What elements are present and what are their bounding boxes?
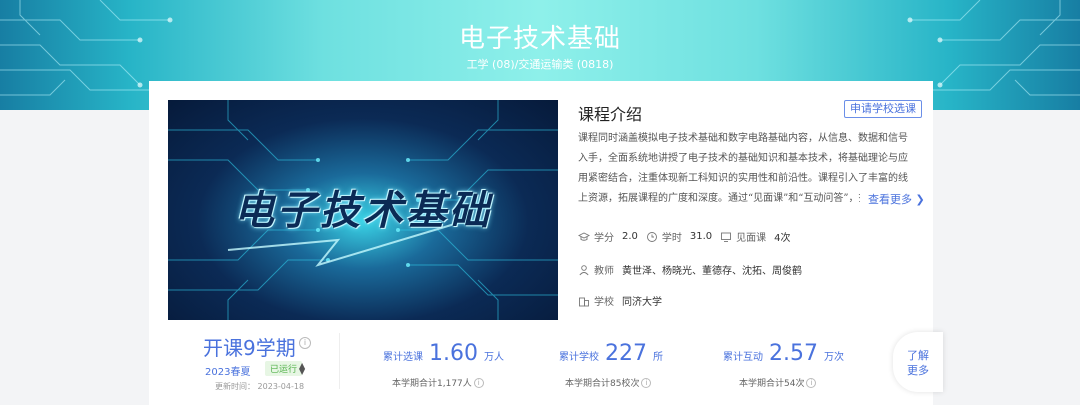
graduation-cap-icon: [578, 231, 590, 241]
stat-value: 2.57: [769, 341, 818, 366]
teacher-label: 教师: [594, 266, 614, 277]
course-meta-teachers: 教师 黄世泽、杨晓光、董德存、沈拓、周俊鹤: [578, 262, 810, 277]
stat-total-interactions: 累计互动 2.57 万次: [723, 341, 844, 366]
stat-value: 227: [605, 341, 647, 366]
course-meta-school: 学校 同济大学: [578, 293, 670, 308]
learn-more-button[interactable]: 了解 更多: [893, 332, 943, 392]
status-badge: 已运行: [265, 361, 303, 376]
update-time-value: 2023-04-18: [257, 382, 305, 391]
cover-title-text: 电子技术基础: [234, 188, 492, 234]
course-title: 电子技术基础: [458, 24, 621, 54]
update-time-label: 更新时间：: [215, 382, 255, 391]
meeting-label: 见面课: [736, 233, 767, 244]
term-count: 开课9学期: [203, 336, 296, 360]
apply-school-course-button[interactable]: 申请学校选课: [844, 100, 922, 118]
stat-unit: 万次: [823, 352, 844, 363]
view-more-link[interactable]: 查看更多 ❯: [860, 191, 925, 207]
course-meta-credits: 学分 2.0 学时 31.0 见面课 4次: [578, 229, 799, 244]
stat-sub-text: 本学期合计85校次: [565, 379, 640, 389]
meeting-board-icon: [721, 232, 732, 242]
course-category: 工学 (08)/交通运输类 (0818): [466, 58, 614, 71]
info-icon[interactable]: i: [641, 377, 652, 388]
info-icon[interactable]: i: [473, 377, 484, 388]
intro-heading: 课程介绍: [578, 105, 643, 124]
course-cover-image[interactable]: 电子技术基础: [168, 100, 558, 320]
stat-unit: 所: [653, 352, 663, 363]
term-switch-icon[interactable]: ▲ ▼: [299, 362, 305, 376]
hours-label: 学时: [661, 233, 682, 244]
school-label: 学校: [594, 297, 614, 308]
clock-icon: [646, 231, 657, 242]
stat-sub-text: 本学期合计1,177人: [392, 379, 472, 389]
stat-term-interactions: 本学期合计54次 i: [739, 376, 817, 389]
stats-divider: [339, 333, 340, 389]
credit-value: 2.0: [622, 231, 638, 242]
stat-total-enrollment: 累计选课 1.60 万人: [383, 341, 504, 366]
update-time: 更新时间： 2023-04-18: [215, 381, 304, 392]
meeting-value: 4次: [774, 233, 791, 244]
stat-total-schools: 累计学校 227 所: [559, 341, 663, 366]
stat-sub-text: 本学期合计54次: [739, 379, 805, 389]
stat-label: 累计选课: [383, 352, 423, 363]
credit-label: 学分: [594, 233, 614, 244]
school-name[interactable]: 同济大学: [622, 293, 662, 308]
stat-label: 累计学校: [559, 352, 599, 363]
stat-term-enrollment: 本学期合计1,177人 i: [392, 376, 484, 389]
stat-unit: 万人: [483, 352, 504, 363]
building-icon: [579, 297, 589, 306]
hours-value: 31.0: [689, 231, 713, 242]
term-season: 2023春夏: [205, 367, 251, 378]
teacher-names: 黄世泽、杨晓光、董德存、沈拓、周俊鹤: [622, 266, 802, 277]
stat-value: 1.60: [429, 341, 478, 366]
info-icon[interactable]: i: [806, 377, 817, 388]
stat-term-schools: 本学期合计85校次 i: [565, 376, 652, 389]
user-icon: [579, 264, 589, 275]
term-info-icon[interactable]: i: [299, 337, 311, 349]
course-stats-bar: 开课9学期 i 2023春夏 已运行 ▲ ▼ 更新时间： 2023-04-18 累…: [149, 323, 933, 405]
stat-label: 累计互动: [723, 352, 763, 363]
